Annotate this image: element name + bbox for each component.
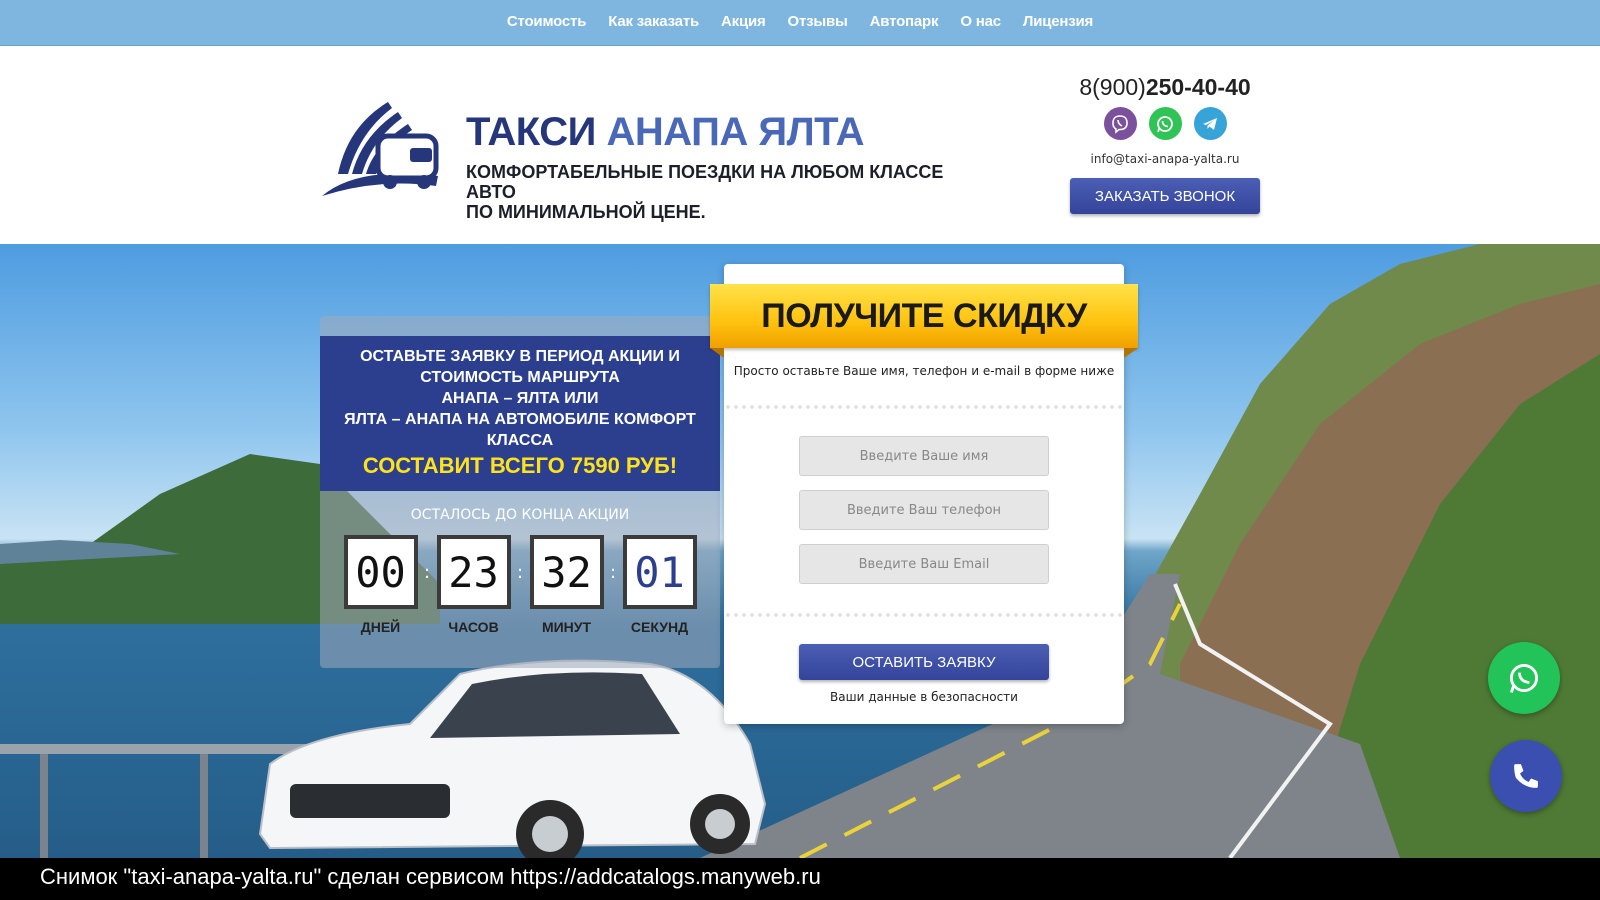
submit-request-button[interactable]: ОСТАВИТЬ ЗАЯВКУ [799,644,1049,680]
telegram-icon[interactable] [1193,107,1227,140]
email-link[interactable]: info@taxi-anapa-yalta.ru [1060,152,1270,166]
promo-line-3: АНАПА – ЯЛТА ИЛИ [441,390,599,407]
top-nav: Стоимость Как заказать Акция Отзывы Авто… [0,0,1600,46]
floating-call-button[interactable] [1490,740,1562,812]
tagline-line2: ПО МИНИМАЛЬНОЙ ЦЕНЕ. [466,202,706,222]
discount-ribbon: ПОЛУЧИТЕ СКИДКУ [710,284,1138,358]
brand-block: ТАКСИ АНАПА ЯЛТА КОМФОРТАБЕЛЬНЫЕ ПОЕЗДКИ… [466,112,986,222]
nav-item-reviews[interactable]: Отзывы [777,13,859,30]
privacy-note: Ваши данные в безопасности [830,690,1018,704]
promo-line-1: ОСТАВЬТЕ ЗАЯВКУ В ПЕРИОД АКЦИИ И [360,348,680,365]
nav-item-price[interactable]: Стоимость [496,13,597,30]
promo-panel: ОСТАВЬТЕ ЗАЯВКУ В ПЕРИОД АКЦИИ И СТОИМОС… [320,316,720,668]
promo-price: СОСТАВИТ ВСЕГО 7590 РУБ! [362,453,678,478]
promo-line-5: КЛАССА [486,432,554,449]
name-input[interactable] [799,436,1049,476]
floating-whatsapp-button[interactable] [1488,642,1560,714]
nav-item-how-to-order[interactable]: Как заказать [597,13,710,30]
phone-icon [1514,764,1538,788]
promo-line-2: СТОИМОСТЬ МАРШРУТА [420,369,620,386]
messenger-links [1060,107,1270,140]
promo-header: ОСТАВЬТЕ ЗАЯВКУ В ПЕРИОД АКЦИИ И СТОИМОС… [320,336,720,491]
timer-colon: : [423,561,431,583]
tagline-line1: КОМФОРТАБЕЛЬНЫЕ ПОЕЗДКИ НА ЛЮБОМ КЛАССЕ … [466,162,944,202]
timer-days: 00 [343,535,418,609]
nav-item-promo[interactable]: Акция [710,13,777,30]
contact-block: 8(900)250-40-40 info@taxi-anapa-yalta.ru… [1060,74,1270,214]
form-title: ПОЛУЧИТЕ СКИДКУ [761,296,1087,335]
nav-item-fleet[interactable]: Автопарк [859,13,950,30]
brand-tagline: КОМФОРТАБЕЛЬНЫЕ ПОЕЗДКИ НА ЛЮБОМ КЛАССЕ … [466,162,986,222]
discount-form: ПОЛУЧИТЕ СКИДКУ Просто оставьте Ваше имя… [710,264,1138,724]
site-header: ТАКСИ АНАПА ЯЛТА КОМФОРТАБЕЛЬНЫЕ ПОЕЗДКИ… [0,46,1600,244]
phone-prefix: 8(900) [1079,74,1146,100]
screenshot-caption: Снимок "taxi-anapa-yalta.ru" сделан серв… [0,858,1600,900]
timer-minutes: 32 [529,535,604,609]
whatsapp-icon [1509,663,1539,693]
unit-days: ДНЕЙ [360,619,401,635]
bus-logo-icon[interactable] [318,96,448,200]
nav-list: Стоимость Как заказать Акция Отзывы Авто… [0,0,1600,30]
phone-number[interactable]: 8(900)250-40-40 [1060,74,1270,101]
timer-units: ДНЕЙ ЧАСОВ МИНУТ СЕКУНД [320,619,720,635]
timer-colon: : [516,561,524,583]
divider [724,404,1124,410]
viber-icon[interactable] [1103,107,1137,140]
phone-main: 250-40-40 [1145,74,1251,100]
whatsapp-icon[interactable] [1148,107,1182,140]
callback-button[interactable]: ЗАКАЗАТЬ ЗВОНОК [1070,178,1260,214]
countdown-timer: 00 : 23 : 32 : 01 [320,535,720,609]
phone-input[interactable] [799,490,1049,530]
brand-title-part2: АНАПА ЯЛТА [606,110,864,154]
nav-item-about[interactable]: О нас [949,13,1012,30]
timer-label: ОСТАЛОСЬ ДО КОНЦА АКЦИИ [410,507,630,523]
unit-hours: ЧАСОВ [448,619,499,635]
timer-hours: 23 [436,535,511,609]
divider [724,612,1124,618]
nav-item-license[interactable]: Лицензия [1012,13,1104,30]
timer-colon: : [609,561,617,583]
brand-title: ТАКСИ АНАПА ЯЛТА [466,112,986,152]
brand-title-part1: ТАКСИ [466,110,596,154]
hero-section: ОСТАВЬТЕ ЗАЯВКУ В ПЕРИОД АКЦИИ И СТОИМОС… [0,244,1600,858]
timer-seconds: 01 [622,535,697,609]
promo-line-4: ЯЛТА – АНАПА НА АВТОМОБИЛЕ КОМФОРТ [344,411,696,428]
email-input[interactable] [799,544,1049,584]
unit-seconds: СЕКУНД [630,619,689,635]
unit-minutes: МИНУТ [541,619,592,635]
form-subtitle: Просто оставьте Ваше имя, телефон и e-ma… [733,364,1115,378]
